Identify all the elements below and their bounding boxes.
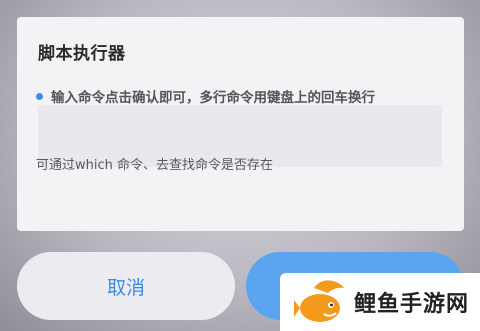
cancel-button[interactable]: 取消 xyxy=(17,252,235,320)
dialog-title: 脚本执行器 xyxy=(38,44,126,64)
carp-fish-logo-icon xyxy=(294,280,344,322)
hint-text: 输入命令点击确认即可，多行命令用键盘上的回车换行 xyxy=(51,90,375,106)
hint-line: 输入命令点击确认即可，多行命令用键盘上的回车换行 xyxy=(36,86,375,106)
watermark-text: 鲤鱼手游网 xyxy=(354,292,470,317)
watermark: 鲤鱼手游网 xyxy=(280,273,480,331)
which-tip: 可通过which 命令、去查找命令是否存在 xyxy=(36,158,274,173)
bullet-dot-icon xyxy=(36,92,43,100)
script-executor-dialog: 脚本执行器 输入命令点击确认即可，多行命令用键盘上的回车换行 xyxy=(17,17,464,231)
